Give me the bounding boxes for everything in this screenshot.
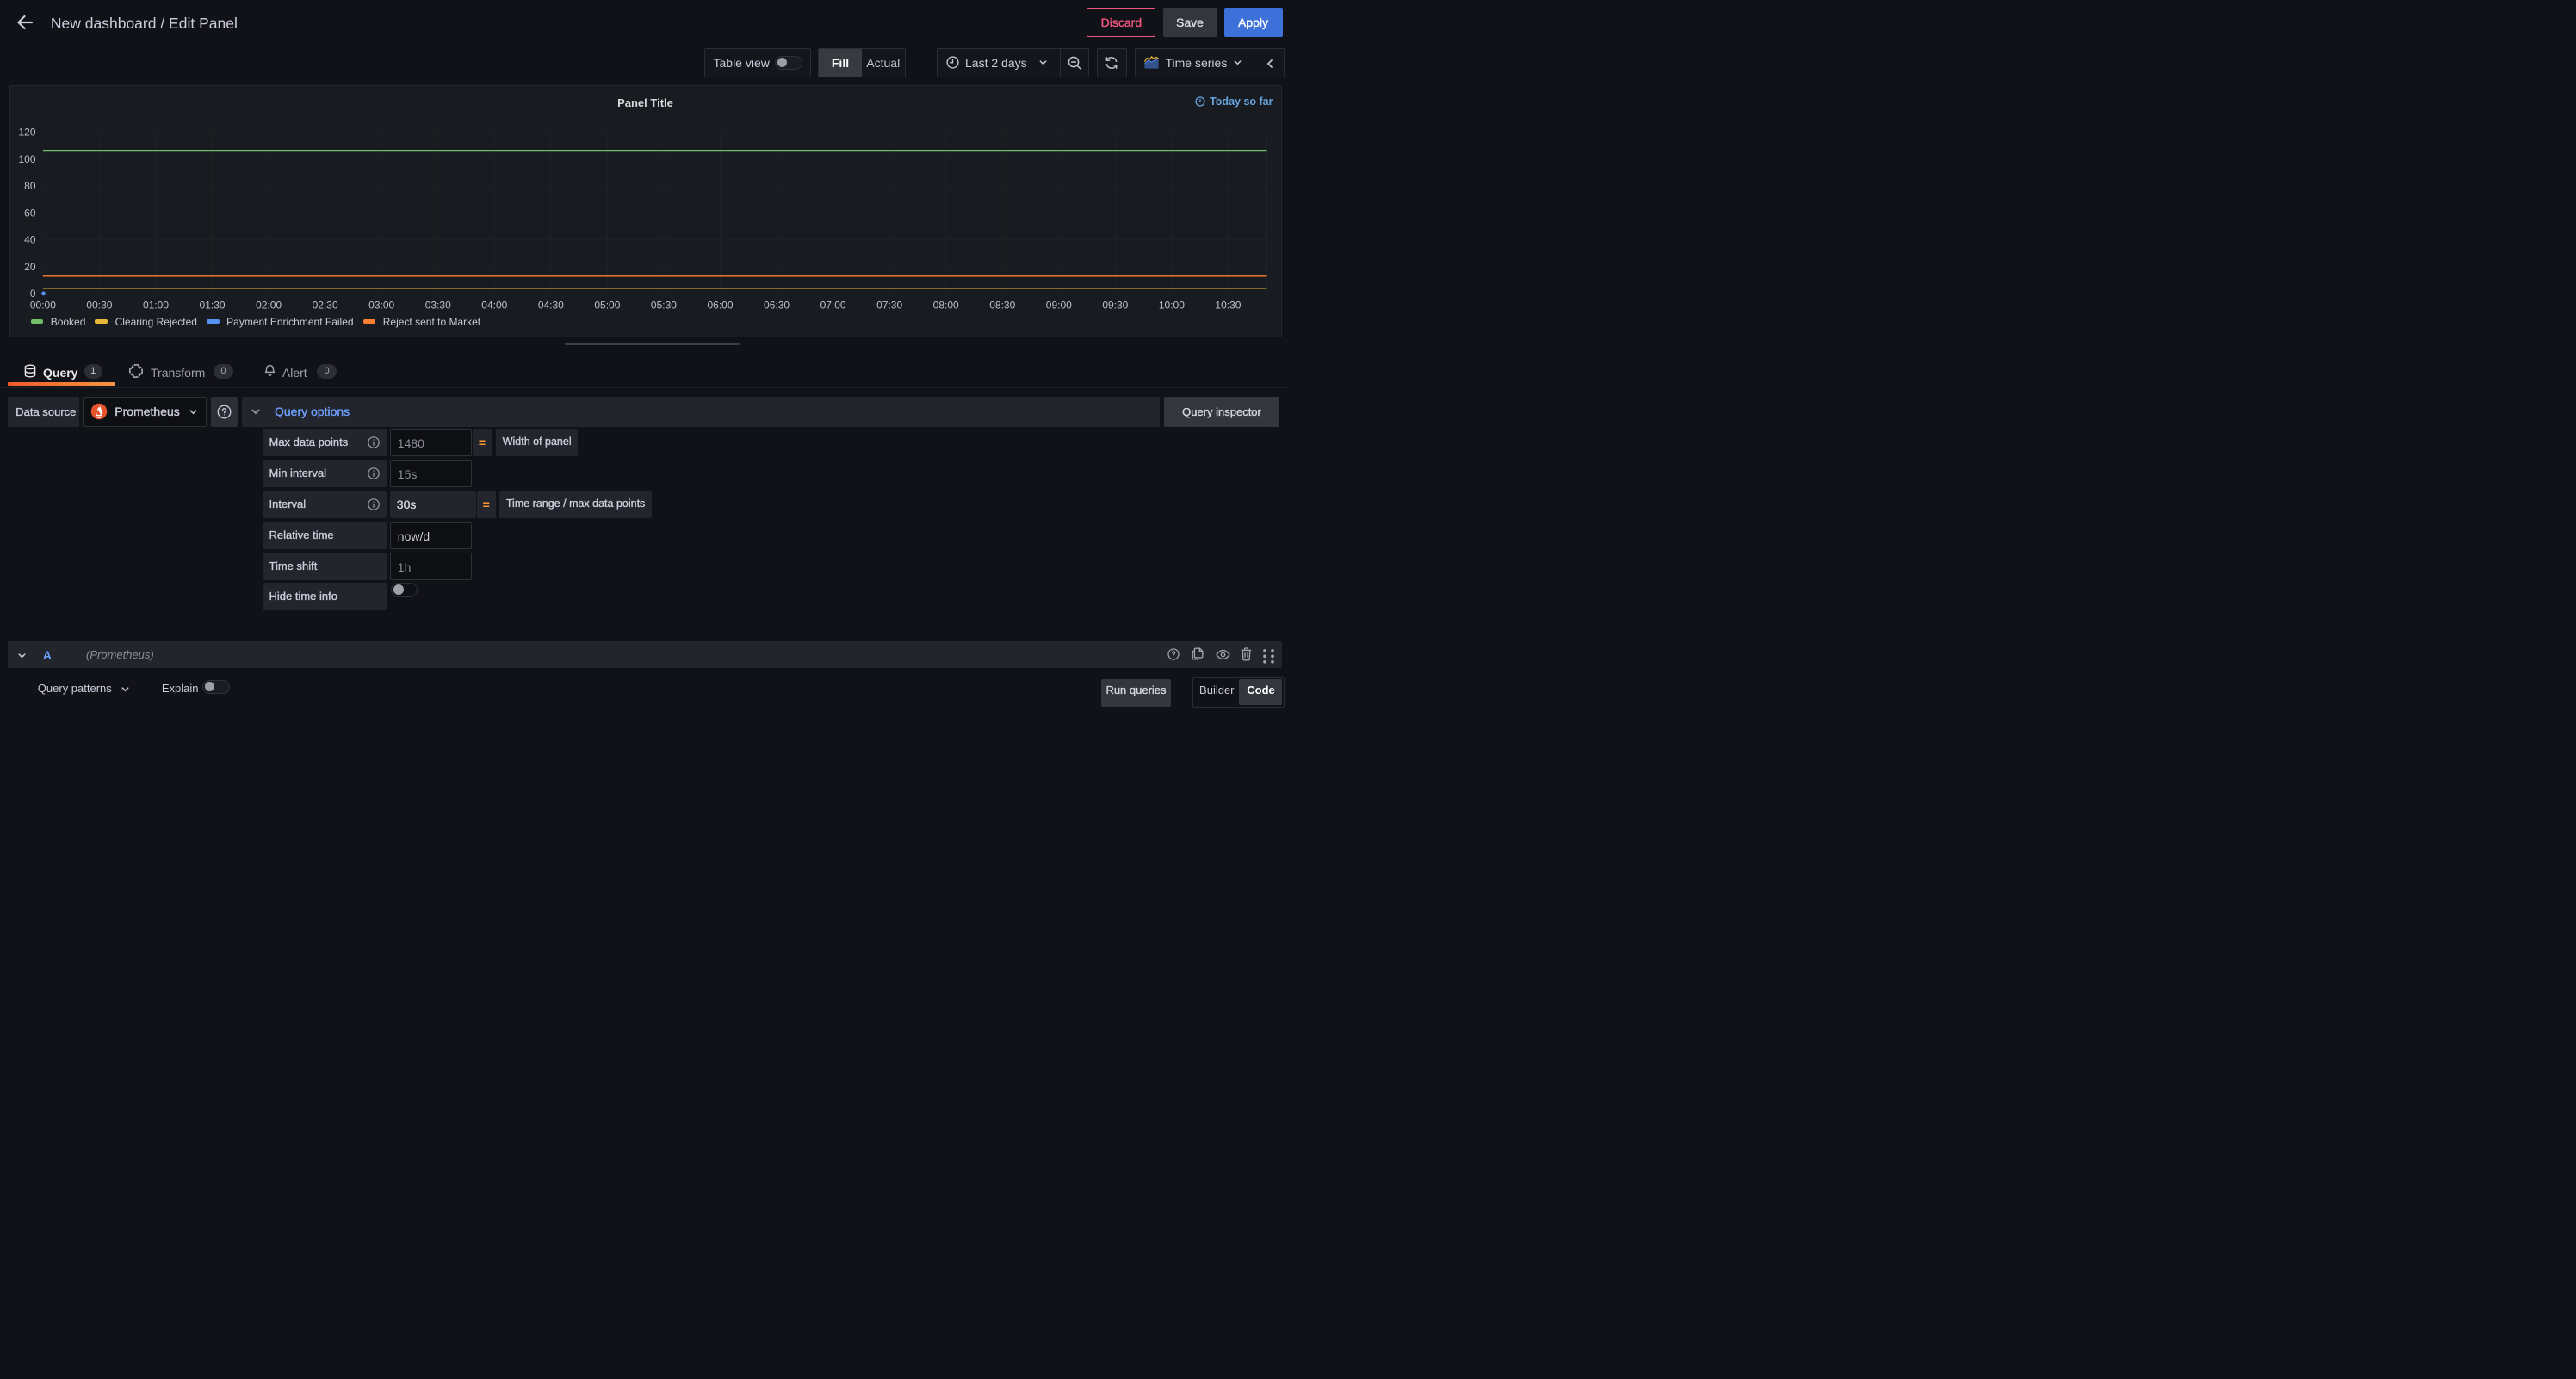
svg-text:03:00: 03:00 [368, 299, 394, 311]
svg-text:04:00: 04:00 [481, 299, 507, 311]
svg-text:05:00: 05:00 [594, 299, 620, 311]
svg-text:07:00: 07:00 [820, 299, 845, 311]
svg-text:06:30: 06:30 [764, 299, 790, 311]
svg-text:05:30: 05:30 [650, 299, 676, 311]
svg-text:10:00: 10:00 [1158, 299, 1184, 311]
svg-text:01:30: 01:30 [199, 299, 225, 311]
svg-text:80: 80 [24, 180, 36, 192]
svg-text:100: 100 [18, 152, 35, 164]
svg-text:08:30: 08:30 [989, 299, 1015, 311]
svg-text:40: 40 [24, 233, 36, 245]
svg-text:10:30: 10:30 [1215, 299, 1241, 311]
svg-text:60: 60 [24, 207, 36, 219]
svg-text:02:00: 02:00 [256, 299, 282, 311]
svg-text:09:30: 09:30 [1102, 299, 1128, 311]
svg-text:07:30: 07:30 [876, 299, 902, 311]
svg-text:04:30: 04:30 [537, 299, 563, 311]
svg-text:20: 20 [24, 260, 36, 272]
svg-text:120: 120 [18, 126, 35, 138]
svg-text:08:00: 08:00 [932, 299, 958, 311]
svg-text:01:00: 01:00 [142, 299, 168, 311]
svg-text:09:00: 09:00 [1045, 299, 1071, 311]
svg-text:06:00: 06:00 [707, 299, 733, 311]
svg-text:02:30: 02:30 [312, 299, 337, 311]
svg-text:00:00: 00:00 [29, 299, 55, 311]
svg-text:00:30: 00:30 [86, 299, 112, 311]
svg-text:03:30: 03:30 [424, 299, 450, 311]
svg-text:0: 0 [29, 288, 35, 300]
